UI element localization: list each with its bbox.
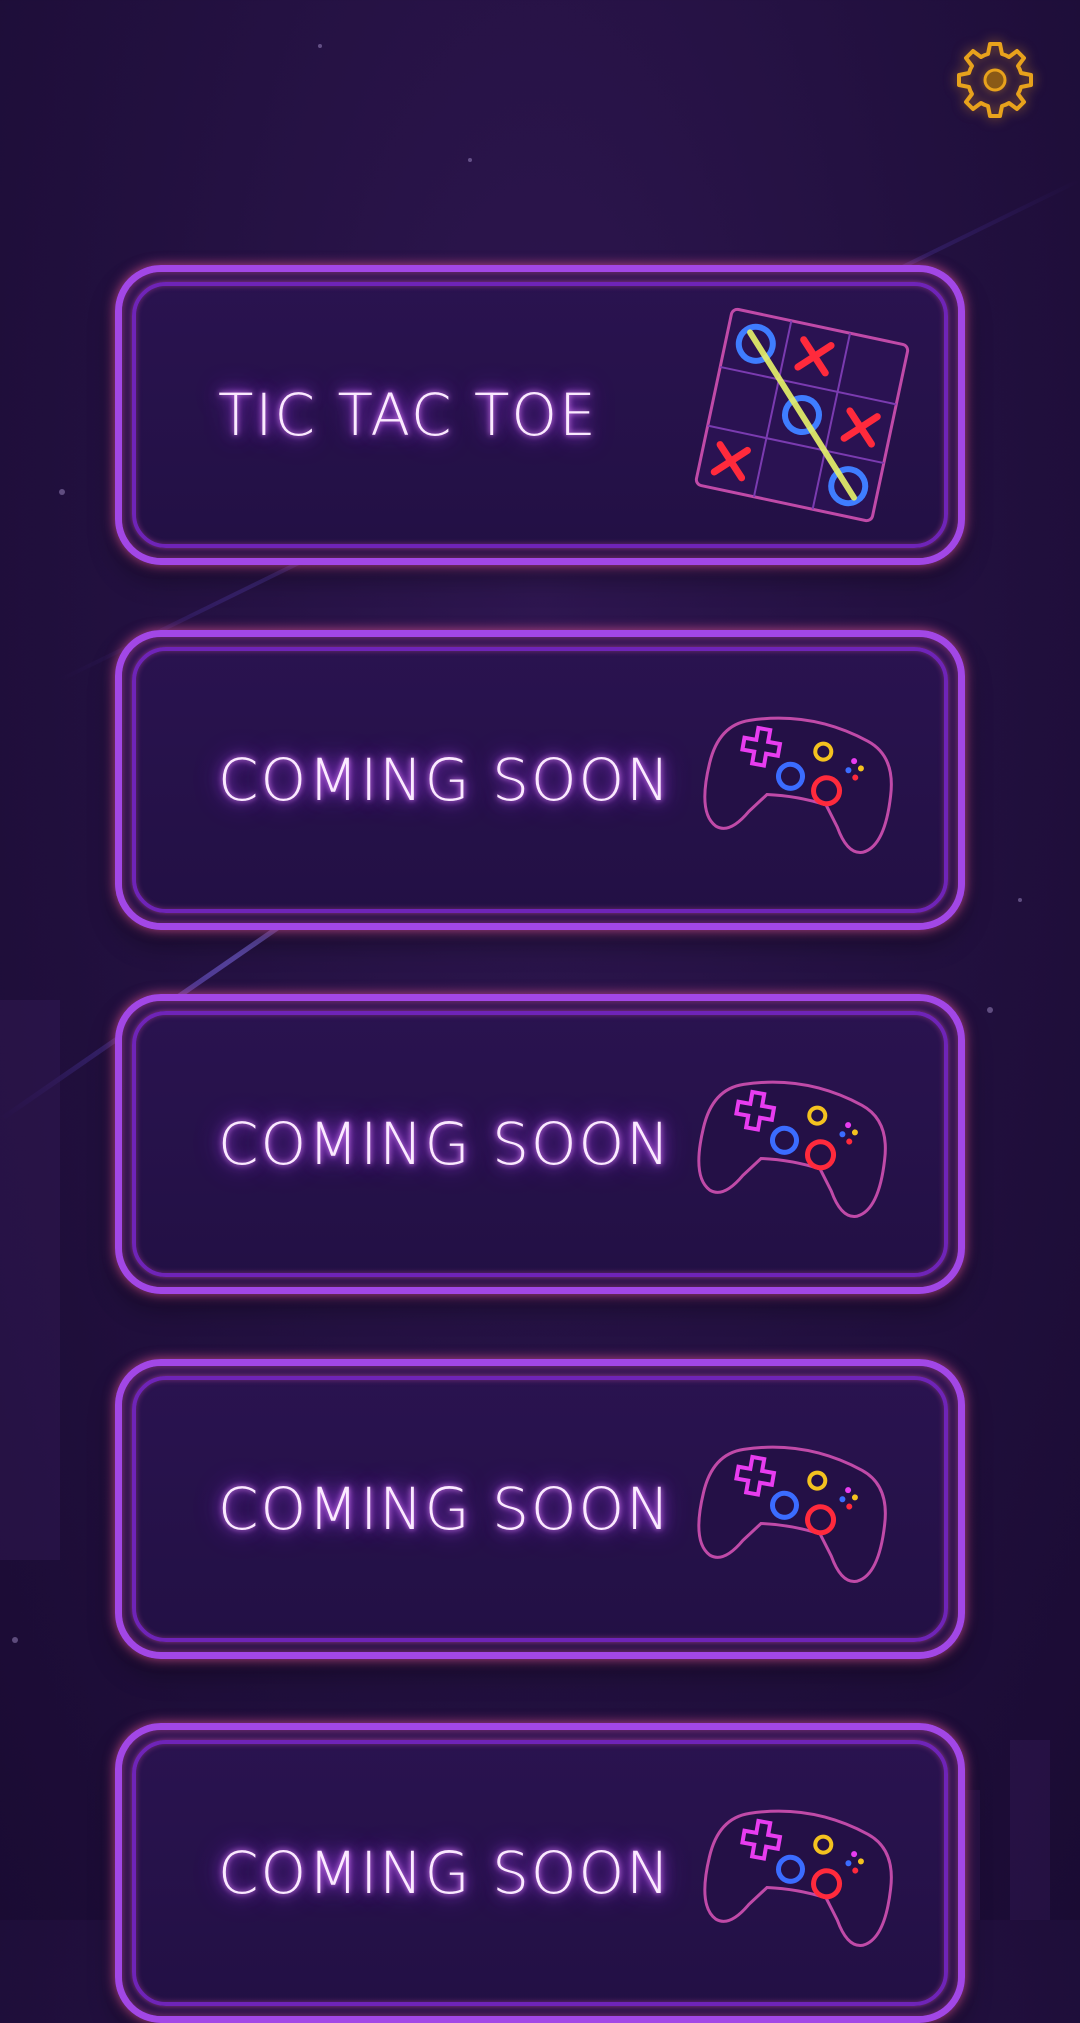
game-card-coming-soon[interactable]: COMING SOON xyxy=(115,630,965,930)
game-card-coming-soon[interactable]: COMING SOON xyxy=(115,1723,965,2023)
card-title: COMING SOON xyxy=(218,1110,672,1178)
gamepad-icon xyxy=(703,1809,893,1947)
card-title: COMING SOON xyxy=(218,1839,672,1907)
gamepad-icon xyxy=(697,1080,887,1218)
settings-button[interactable] xyxy=(953,38,1037,122)
game-card-tic-tac-toe[interactable]: TIC TAC TOE xyxy=(115,265,965,565)
gear-icon xyxy=(957,42,1033,118)
card-title: COMING SOON xyxy=(218,746,672,814)
gamepad-icon xyxy=(703,716,893,854)
game-card-coming-soon[interactable]: COMING SOON xyxy=(115,994,965,1294)
tic-tac-toe-icon xyxy=(694,307,910,523)
card-title: COMING SOON xyxy=(218,1475,672,1543)
card-title: TIC TAC TOE xyxy=(218,381,598,449)
game-card-coming-soon[interactable]: COMING SOON xyxy=(115,1359,965,1659)
gamepad-icon xyxy=(697,1445,887,1583)
